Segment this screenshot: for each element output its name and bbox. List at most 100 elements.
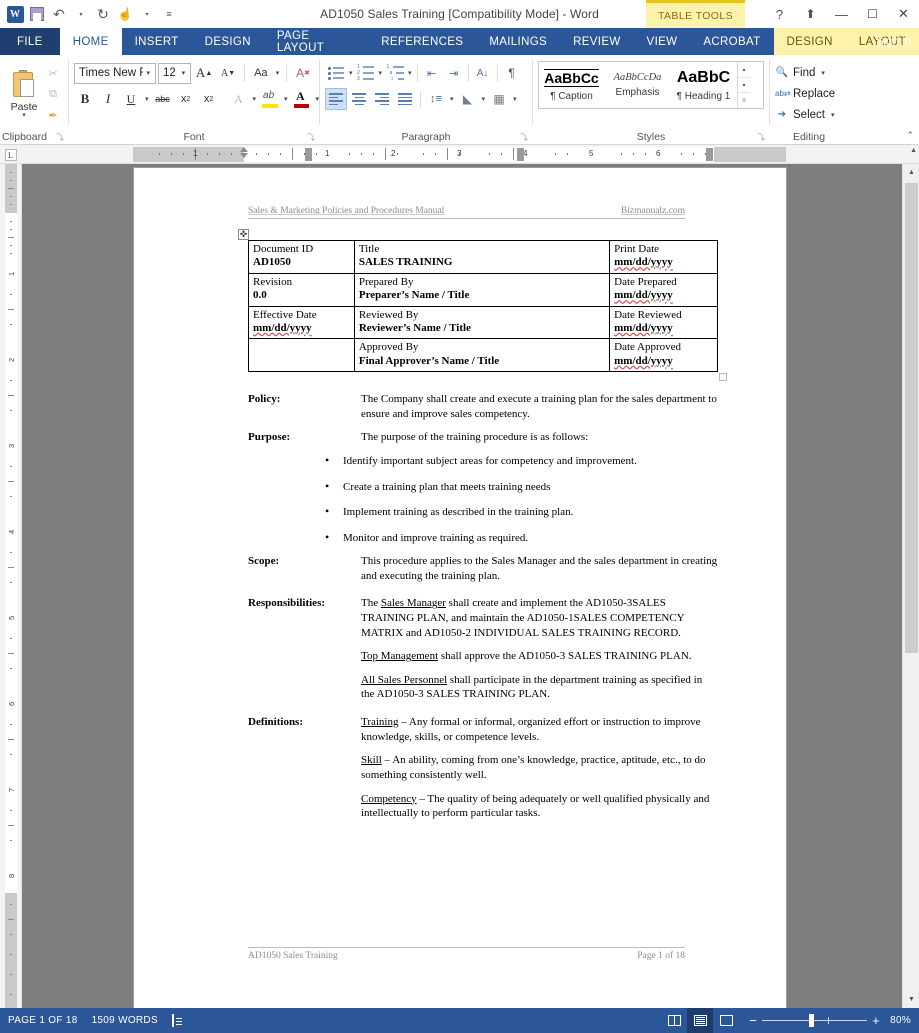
tab-design[interactable]: DESIGN [192,28,264,55]
clipboard-dialog-launcher[interactable]: ⤵ [56,132,64,143]
line-spacing-icon[interactable]: ↕≡ [425,88,447,110]
touch-mode-dropdown-icon[interactable]: ▾ [137,4,157,24]
decrease-indent-icon[interactable]: ⇤ [421,62,443,84]
touch-mode-icon[interactable]: ☝ [115,4,135,24]
vertical-scrollbar[interactable]: ▲ ▼ [902,164,919,1008]
change-case-icon[interactable]: Aa [250,62,272,84]
multilevel-list-icon[interactable]: 1ai [384,62,406,84]
tab-acrobat[interactable]: ACROBAT [690,28,773,55]
styles-scroll-up-icon[interactable]: ▴ [738,62,750,78]
borders-icon[interactable]: ▦ [488,88,510,110]
chevron-down-icon[interactable]: ▾ [377,69,385,77]
table-cell-title[interactable]: Title SALES TRAINING [353,240,611,274]
document-page[interactable]: Sales & Marketing Policies and Procedure… [134,168,786,1008]
tab-insert[interactable]: INSERT [122,28,192,55]
align-left-button[interactable] [325,88,347,110]
table-cell-print-date[interactable]: Print Date mm/dd/yyyy [609,240,718,274]
first-line-indent-marker[interactable] [240,147,248,152]
table-row[interactable]: Effective Date mm/dd/yyyy Reviewed By Re… [248,305,718,340]
font-size-combo[interactable]: 12 ▾ [158,62,192,84]
scrollbar-thumb[interactable] [905,183,918,653]
left-indent-marker[interactable] [240,153,248,158]
align-center-button[interactable] [348,88,370,110]
font-dialog-launcher[interactable]: ⤵ [307,132,315,143]
zoom-in-button[interactable]: + [872,1014,880,1027]
document-body[interactable]: Policy: The Company shall create and exe… [248,392,718,545]
styles-more-icon[interactable]: ≡ [738,93,750,108]
subscript-button[interactable]: x2 [175,88,197,110]
tab-file[interactable]: FILE [0,28,60,55]
select-button[interactable]: ➔ Select ▾ [775,104,843,125]
numbering-icon[interactable]: 123 [355,62,377,84]
table-cell-reviewed-by[interactable]: Reviewed By Reviewer’s Name / Title [353,305,611,340]
chevron-down-icon[interactable]: ▾ [448,95,456,103]
zoom-level[interactable]: 80% [885,1015,911,1026]
scroll-up-icon[interactable]: ▲ [903,164,919,181]
style-heading-1[interactable]: AaBbC ¶ Heading 1 [671,62,737,108]
chevron-down-icon[interactable]: ▾ [347,69,355,77]
format-painter-icon[interactable]: ✒ [43,106,63,125]
read-mode-icon[interactable] [661,1008,687,1033]
table-cell-approved-by[interactable]: Approved By Final Approver’s Name / Titl… [353,338,611,373]
copy-icon[interactable]: ⧉ [43,85,63,104]
style-caption[interactable]: AaBbCc ¶ Caption [539,62,605,108]
table-cell-date-approved[interactable]: Date Approved mm/dd/yyyy [609,338,718,373]
help-icon[interactable]: ? [764,0,795,28]
chevron-down-icon[interactable]: ▾ [143,69,153,77]
word-count[interactable]: 1509 WORDS [92,1015,158,1026]
style-emphasis[interactable]: AaBbCcDa Emphasis [605,62,671,108]
bold-button[interactable]: B [74,88,96,110]
close-button[interactable]: ✕ [888,0,919,28]
proofing-icon[interactable] [171,1014,174,1027]
chevron-down-icon[interactable]: ▾ [511,95,519,103]
collapse-ribbon-icon[interactable]: ⌃ [906,130,914,141]
tab-home[interactable]: HOME [59,28,122,55]
superscript-button[interactable]: x2 [198,88,220,110]
text-effects-icon[interactable]: A [228,88,250,110]
styles-scroll-down-icon[interactable]: ▾ [738,78,750,94]
underline-button[interactable]: U [120,88,142,110]
redo-icon[interactable]: ↻ [93,4,113,24]
find-button[interactable]: 🔍 Find ▾ [775,62,843,83]
zoom-thumb[interactable] [809,1014,815,1027]
zoom-track[interactable] [762,1014,868,1027]
zoom-out-button[interactable]: − [749,1014,757,1027]
styles-dialog-launcher[interactable]: ⤵ [757,132,765,143]
web-layout-icon[interactable] [713,1008,739,1033]
text-highlight-color-icon[interactable]: ab [259,88,281,110]
increase-indent-icon[interactable]: ⇥ [443,62,465,84]
tab-mailings[interactable]: MAILINGS [476,28,560,55]
scroll-up-icon[interactable]: ▲ [910,147,917,154]
table-row[interactable]: Approved By Final Approver’s Name / Titl… [248,338,718,373]
tab-stop-marker[interactable] [305,148,312,161]
strikethrough-button[interactable]: abc [152,88,174,110]
document-body-lower[interactable]: Scope: This procedure applies to the Sal… [248,554,718,830]
zoom-slider[interactable]: − + 80% [739,1014,911,1027]
show-formatting-marks-icon[interactable]: ¶ [501,62,523,84]
tab-references[interactable]: REFERENCES [368,28,476,55]
print-layout-icon[interactable] [687,1008,714,1033]
grow-font-icon[interactable]: A ▲ [193,62,215,84]
vertical-ruler[interactable]: 1 2 3 4 5 6 7 8 [0,164,22,1024]
clear-formatting-icon[interactable]: A ✖ [292,62,314,84]
table-cell-date-prepared[interactable]: Date Prepared mm/dd/yyyy [609,272,718,307]
table-cell-effective-date[interactable]: Effective Date mm/dd/yyyy [248,305,355,340]
table-resize-handle[interactable] [719,373,727,382]
tab-view[interactable]: VIEW [634,28,691,55]
font-name-combo[interactable]: Times New Ro ▾ [74,62,156,84]
chevron-down-icon[interactable]: ▾ [274,69,282,77]
undo-icon[interactable]: ↶ [49,4,69,24]
ribbon-display-options-icon[interactable]: ⬆ [795,0,826,28]
shading-icon[interactable]: ◣ [457,88,479,110]
underline-dropdown-icon[interactable]: ▾ [143,95,151,103]
tab-stop-selector[interactable]: L [0,145,22,164]
paragraph-dialog-launcher[interactable]: ⤵ [520,132,528,143]
table-cell-prepared-by[interactable]: Prepared By Preparer’s Name / Title [353,272,611,307]
table-row[interactable]: Document ID AD1050 Title SALES TRAINING … [248,240,718,274]
document-canvas[interactable]: Sales & Marketing Policies and Procedure… [23,164,902,1008]
styles-gallery-scrollbar[interactable]: ▴ ▾ ≡ [737,62,750,108]
table-cell-revision[interactable]: Revision 0.0 [248,272,355,307]
select-dropdown-icon[interactable]: ▾ [829,111,837,119]
scroll-down-icon[interactable]: ▼ [903,991,919,1008]
paste-dropdown-icon[interactable]: ▾ [22,112,26,119]
